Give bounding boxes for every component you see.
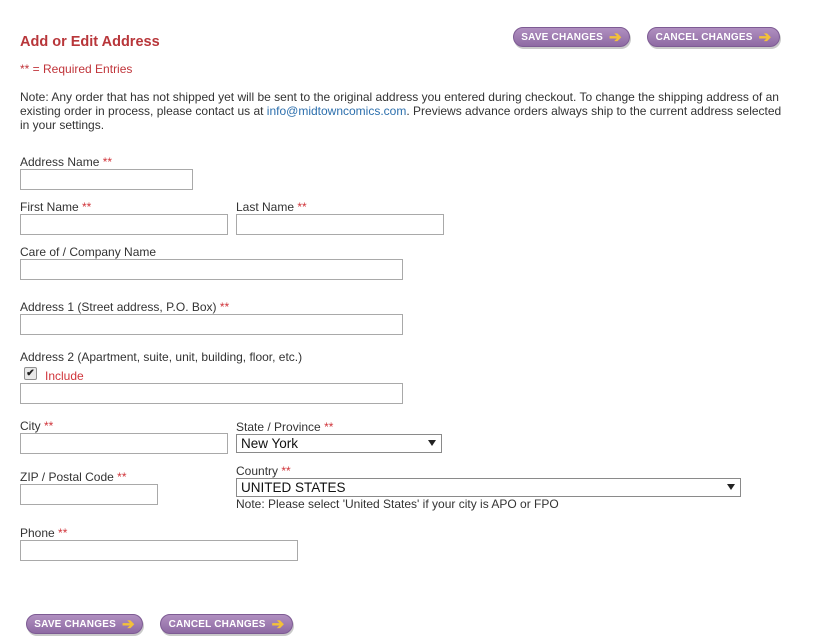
cancel-changes-button-bottom[interactable]: CANCEL CHANGES ➔ <box>160 614 293 634</box>
required-legend: ** = Required Entries <box>20 62 132 76</box>
save-changes-button-top[interactable]: SAVE CHANGES ➔ <box>513 27 630 47</box>
city-input[interactable] <box>20 433 228 454</box>
save-button-label: SAVE CHANGES <box>521 31 603 43</box>
dropdown-arrow-icon <box>727 484 735 490</box>
cancel-button-label: CANCEL CHANGES <box>655 31 753 43</box>
state-selected-value: New York <box>241 436 299 451</box>
address1-input[interactable] <box>20 314 403 335</box>
cancel-changes-button-top[interactable]: CANCEL CHANGES ➔ <box>647 27 780 47</box>
zip-label: ZIP / Postal Code ** <box>20 470 127 484</box>
arrow-right-icon: ➔ <box>608 28 622 46</box>
address-name-label: Address Name ** <box>20 155 112 169</box>
dropdown-arrow-icon <box>428 440 436 446</box>
state-label: State / Province ** <box>236 420 333 434</box>
required-marker: ** <box>44 419 54 433</box>
city-label-text: City <box>20 419 41 433</box>
last-name-label: Last Name ** <box>236 200 307 214</box>
first-name-label-text: First Name <box>20 200 79 214</box>
cancel-button-label: CANCEL CHANGES <box>168 618 266 630</box>
city-label: City ** <box>20 419 53 433</box>
country-select[interactable]: UNITED STATES <box>236 478 741 497</box>
address2-label: Address 2 (Apartment, suite, unit, build… <box>20 350 303 364</box>
shipping-note: Note: Any order that has not shipped yet… <box>20 90 790 132</box>
address-name-input[interactable] <box>20 169 193 190</box>
checkmark-icon: ✔ <box>26 368 35 379</box>
zip-input[interactable] <box>20 484 158 505</box>
save-button-label: SAVE CHANGES <box>34 618 116 630</box>
first-name-label: First Name ** <box>20 200 91 214</box>
include-label: Include <box>45 369 84 383</box>
arrow-right-icon: ➔ <box>271 615 285 633</box>
care-of-input[interactable] <box>20 259 403 280</box>
page-title: Add or Edit Address <box>20 34 160 50</box>
required-marker: ** <box>58 526 68 540</box>
zip-label-text: ZIP / Postal Code <box>20 470 114 484</box>
address-name-label-text: Address Name <box>20 155 100 169</box>
required-legend-text: = Required Entries <box>29 62 133 76</box>
care-of-label: Care of / Company Name <box>20 245 157 259</box>
email-link[interactable]: info@midtowncomics.com <box>267 104 407 118</box>
state-label-text: State / Province <box>236 420 321 434</box>
save-changes-button-bottom[interactable]: SAVE CHANGES ➔ <box>26 614 143 634</box>
include-checkbox[interactable]: ✔ <box>24 367 37 380</box>
address1-label: Address 1 (Street address, P.O. Box) ** <box>20 300 229 314</box>
phone-label-text: Phone <box>20 526 55 540</box>
last-name-label-text: Last Name <box>236 200 295 214</box>
first-name-input[interactable] <box>20 214 228 235</box>
required-marker: ** <box>297 200 307 214</box>
required-marker: ** <box>281 464 291 478</box>
country-label: Country ** <box>236 464 291 478</box>
required-marker: ** <box>102 155 113 169</box>
arrow-right-icon: ➔ <box>758 28 772 46</box>
country-selected-value: UNITED STATES <box>241 480 346 495</box>
phone-label: Phone ** <box>20 526 67 540</box>
last-name-input[interactable] <box>236 214 444 235</box>
phone-input[interactable] <box>20 540 298 561</box>
state-select[interactable]: New York <box>236 434 442 453</box>
required-marker: ** <box>82 200 92 214</box>
country-note: Note: Please select 'United States' if y… <box>236 497 559 511</box>
address2-input[interactable] <box>20 383 403 404</box>
arrow-right-icon: ➔ <box>121 615 135 633</box>
address1-label-text: Address 1 (Street address, P.O. Box) <box>20 300 217 314</box>
required-marker: ** <box>20 62 30 76</box>
required-marker: ** <box>117 470 127 484</box>
required-marker: ** <box>324 420 334 434</box>
country-label-text: Country <box>236 464 279 478</box>
required-marker: ** <box>219 300 230 314</box>
